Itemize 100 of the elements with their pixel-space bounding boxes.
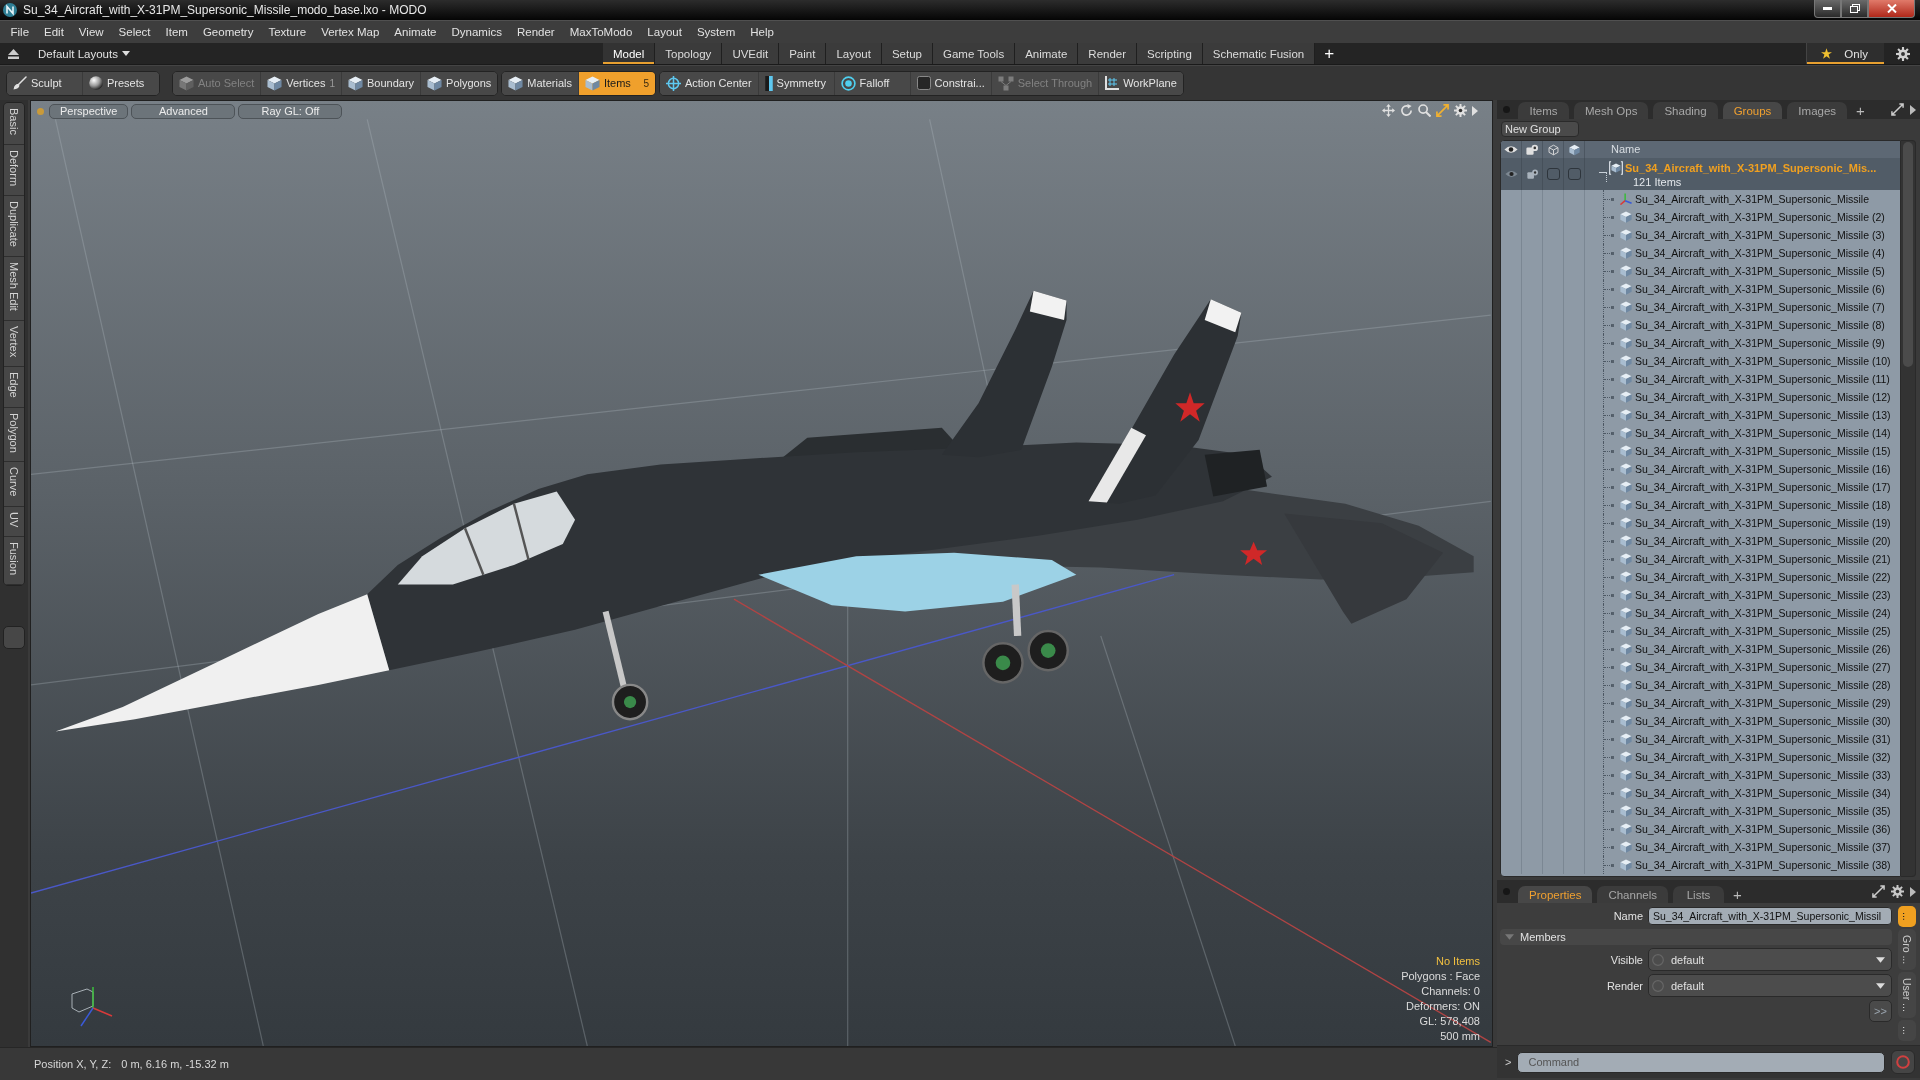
zoom-icon[interactable] bbox=[1418, 104, 1431, 117]
cube-outline-icon[interactable] bbox=[1547, 143, 1559, 156]
view-button[interactable]: Advanced bbox=[131, 104, 236, 119]
side-tab[interactable]: ... bbox=[1898, 906, 1916, 927]
new-group-button[interactable]: New Group bbox=[1501, 121, 1579, 137]
panel-tab[interactable]: Items bbox=[1518, 102, 1569, 119]
tree-item[interactable]: Su_34_Aircraft_with_X-31PM_Supersonic_Missile bbox=[1603, 190, 1900, 208]
tree-item[interactable]: Su_34_Aircraft_with_X-31PM_Supersonic_Missile (15) bbox=[1603, 442, 1900, 460]
tree-item[interactable]: Su_34_Aircraft_with_X-31PM_Supersonic_Missile (37) bbox=[1603, 838, 1900, 856]
tool-tab[interactable]: Basic bbox=[4, 103, 24, 145]
menu-item[interactable]: Geometry bbox=[195, 26, 261, 38]
layout-tab[interactable]: Scripting bbox=[1137, 43, 1203, 64]
close-button[interactable] bbox=[1868, 0, 1915, 18]
rotate-icon[interactable] bbox=[1400, 104, 1413, 117]
camera-icon[interactable] bbox=[1526, 144, 1538, 155]
layout-tab[interactable]: UVEdit bbox=[722, 43, 780, 64]
panel-tab[interactable]: Groups bbox=[1722, 102, 1783, 119]
menu-item[interactable]: Vertex Map bbox=[313, 26, 387, 38]
caret-right-icon[interactable] bbox=[1910, 886, 1916, 897]
view-button[interactable]: Ray GL: Off bbox=[238, 104, 343, 119]
add-tab-button[interactable]: + bbox=[1729, 886, 1746, 903]
panel-tab[interactable]: Properties bbox=[1518, 886, 1593, 903]
caret-right-icon[interactable] bbox=[1910, 104, 1916, 115]
tree-item[interactable]: Su_34_Aircraft_with_X-31PM_Supersonic_Missile (16) bbox=[1603, 460, 1900, 478]
tree-item[interactable]: Su_34_Aircraft_with_X-31PM_Supersonic_Missile (25) bbox=[1603, 622, 1900, 640]
side-tab[interactable]: Gro ... bbox=[1898, 928, 1916, 970]
toggle-box[interactable] bbox=[1567, 168, 1581, 180]
dropdown[interactable]: default bbox=[1648, 948, 1892, 971]
section-header[interactable]: Members bbox=[1500, 929, 1892, 945]
menu-item[interactable]: Render bbox=[509, 26, 563, 38]
view-button[interactable]: Perspective bbox=[49, 104, 129, 119]
tool-tab[interactable]: Polygon bbox=[4, 407, 24, 463]
panel-tab[interactable]: Channels bbox=[1597, 886, 1668, 903]
settings-icon[interactable] bbox=[1454, 104, 1467, 117]
tree-item[interactable]: Su_34_Aircraft_with_X-31PM_Supersonic_Missile (13) bbox=[1603, 406, 1900, 424]
tree-item[interactable]: Su_34_Aircraft_with_X-31PM_Supersonic_Missile (3) bbox=[1603, 226, 1900, 244]
move-icon[interactable] bbox=[1382, 104, 1395, 117]
tree-item[interactable]: Su_34_Aircraft_with_X-31PM_Supersonic_Missile (24) bbox=[1603, 604, 1900, 622]
tool-tab[interactable]: Mesh Edit bbox=[4, 256, 24, 321]
tree-item[interactable]: Su_34_Aircraft_with_X-31PM_Supersonic_Missile (7) bbox=[1603, 298, 1900, 316]
expand-icon[interactable] bbox=[1891, 103, 1904, 116]
tool-tab[interactable]: Deform bbox=[4, 144, 24, 196]
menu-item[interactable]: View bbox=[71, 26, 112, 38]
panel-tab[interactable]: Mesh Ops bbox=[1574, 102, 1649, 119]
camera-icon[interactable] bbox=[1526, 169, 1538, 179]
layout-tab[interactable]: Schematic Fusion bbox=[1202, 43, 1316, 64]
settings-icon[interactable] bbox=[1896, 46, 1910, 61]
dropdown[interactable]: default bbox=[1648, 974, 1892, 997]
tree-item[interactable]: Su_34_Aircraft_with_X-31PM_Supersonic_Missile (31) bbox=[1603, 730, 1900, 748]
layout-tab[interactable]: Animate bbox=[1015, 43, 1079, 64]
command-field[interactable]: Command bbox=[1517, 1051, 1885, 1073]
minimize-button[interactable] bbox=[1814, 0, 1841, 18]
layout-tab[interactable]: Layout bbox=[826, 43, 882, 64]
tool-tab[interactable]: Curve bbox=[4, 462, 24, 507]
tree-item[interactable]: Su_34_Aircraft_with_X-31PM_Supersonic_Missile (22) bbox=[1603, 568, 1900, 586]
name-field[interactable]: Su_34_Aircraft_with_X-31PM_Supersonic_Missil bbox=[1648, 907, 1892, 925]
layout-dropdown[interactable]: Default Layouts bbox=[36, 47, 132, 60]
menu-item[interactable]: File bbox=[3, 26, 37, 38]
tree-item[interactable]: Su_34_Aircraft_with_X-31PM_Supersonic_Missile (12) bbox=[1603, 388, 1900, 406]
layout-tab[interactable]: Game Tools bbox=[933, 43, 1016, 64]
toolbar-button[interactable]: Materials bbox=[502, 71, 579, 95]
tree-item[interactable]: Su_34_Aircraft_with_X-31PM_Supersonic_Missile (23) bbox=[1603, 586, 1900, 604]
menu-item[interactable]: Dynamics bbox=[444, 26, 510, 38]
tree-item[interactable]: Su_34_Aircraft_with_X-31PM_Supersonic_Missile (30) bbox=[1603, 712, 1900, 730]
tree-item[interactable]: Su_34_Aircraft_with_X-31PM_Supersonic_Missile (14) bbox=[1603, 424, 1900, 442]
toolbar-button[interactable]: Action Center bbox=[659, 71, 759, 95]
tool-tab[interactable]: Fusion bbox=[4, 537, 24, 586]
layout-tab[interactable]: Topology bbox=[655, 43, 723, 64]
tree-item[interactable]: Su_34_Aircraft_with_X-31PM_Supersonic_Missile (11) bbox=[1603, 370, 1900, 388]
tree-item[interactable]: Su_34_Aircraft_with_X-31PM_Supersonic_Missile (26) bbox=[1603, 640, 1900, 658]
menu-item[interactable]: Edit bbox=[36, 26, 72, 38]
tree-item[interactable]: Su_34_Aircraft_with_X-31PM_Supersonic_Missile (9) bbox=[1603, 334, 1900, 352]
layout-tab[interactable]: Render bbox=[1078, 43, 1138, 64]
eject-icon[interactable] bbox=[8, 48, 19, 59]
side-tab[interactable]: User ... bbox=[1898, 971, 1916, 1018]
scrollbar[interactable] bbox=[1901, 140, 1916, 877]
tree-item[interactable]: Su_34_Aircraft_with_X-31PM_Supersonic_Missile (5) bbox=[1603, 262, 1900, 280]
tree-item[interactable]: Su_34_Aircraft_with_X-31PM_Supersonic_Missile (17) bbox=[1603, 478, 1900, 496]
toggle-box[interactable] bbox=[1546, 168, 1560, 180]
add-tab-button[interactable]: + bbox=[1315, 43, 1344, 64]
tree-item[interactable]: Su_34_Aircraft_with_X-31PM_Supersonic_Missile (34) bbox=[1603, 784, 1900, 802]
eye-icon[interactable] bbox=[1504, 144, 1518, 155]
expand-icon[interactable] bbox=[1872, 885, 1885, 898]
menu-item[interactable]: Animate bbox=[386, 26, 444, 38]
tree-item[interactable]: Su_34_Aircraft_with_X-31PM_Supersonic_Missile (20) bbox=[1603, 532, 1900, 550]
menu-item[interactable]: Texture bbox=[260, 26, 314, 38]
menu-item[interactable]: Item bbox=[158, 26, 196, 38]
settings-icon[interactable] bbox=[1891, 885, 1904, 898]
panel-tab[interactable]: Lists bbox=[1673, 886, 1724, 903]
tool-tab[interactable]: Edge bbox=[4, 366, 24, 408]
tree-item[interactable]: Su_34_Aircraft_with_X-31PM_Supersonic_Missile (29) bbox=[1603, 694, 1900, 712]
tree-item[interactable]: Su_34_Aircraft_with_X-31PM_Supersonic_Missile (27) bbox=[1603, 658, 1900, 676]
menu-item[interactable]: Select bbox=[111, 26, 159, 38]
tree-item[interactable]: Su_34_Aircraft_with_X-31PM_Supersonic_Missile (2) bbox=[1603, 208, 1900, 226]
tree-item[interactable]: Su_34_Aircraft_with_X-31PM_Supersonic_Missile (19) bbox=[1603, 514, 1900, 532]
tree-item[interactable]: Su_34_Aircraft_with_X-31PM_Supersonic_Missile (18) bbox=[1603, 496, 1900, 514]
tree-item[interactable]: Su_34_Aircraft_with_X-31PM_Supersonic_Missile (4) bbox=[1603, 244, 1900, 262]
tree-item[interactable]: Su_34_Aircraft_with_X-31PM_Supersonic_Missile (32) bbox=[1603, 748, 1900, 766]
tree-item[interactable]: Su_34_Aircraft_with_X-31PM_Supersonic_Missile (21) bbox=[1603, 550, 1900, 568]
tree-item[interactable]: Su_34_Aircraft_with_X-31PM_Supersonic_Missile (28) bbox=[1603, 676, 1900, 694]
